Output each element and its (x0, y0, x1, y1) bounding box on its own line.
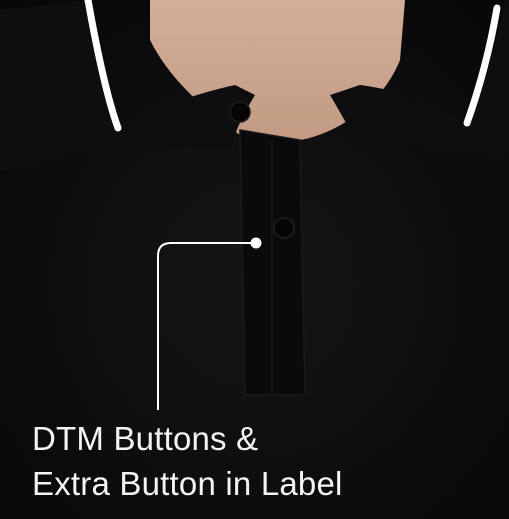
button-top (229, 101, 251, 123)
product-image: DTM Buttons & Extra Button in Label (0, 0, 509, 519)
feature-caption: DTM Buttons & Extra Button in Label (32, 416, 343, 506)
button-middle (273, 217, 295, 239)
pointer-dot-icon (250, 237, 262, 249)
caption-line-1: DTM Buttons & (32, 420, 259, 457)
caption-line-2: Extra Button in Label (32, 465, 343, 502)
